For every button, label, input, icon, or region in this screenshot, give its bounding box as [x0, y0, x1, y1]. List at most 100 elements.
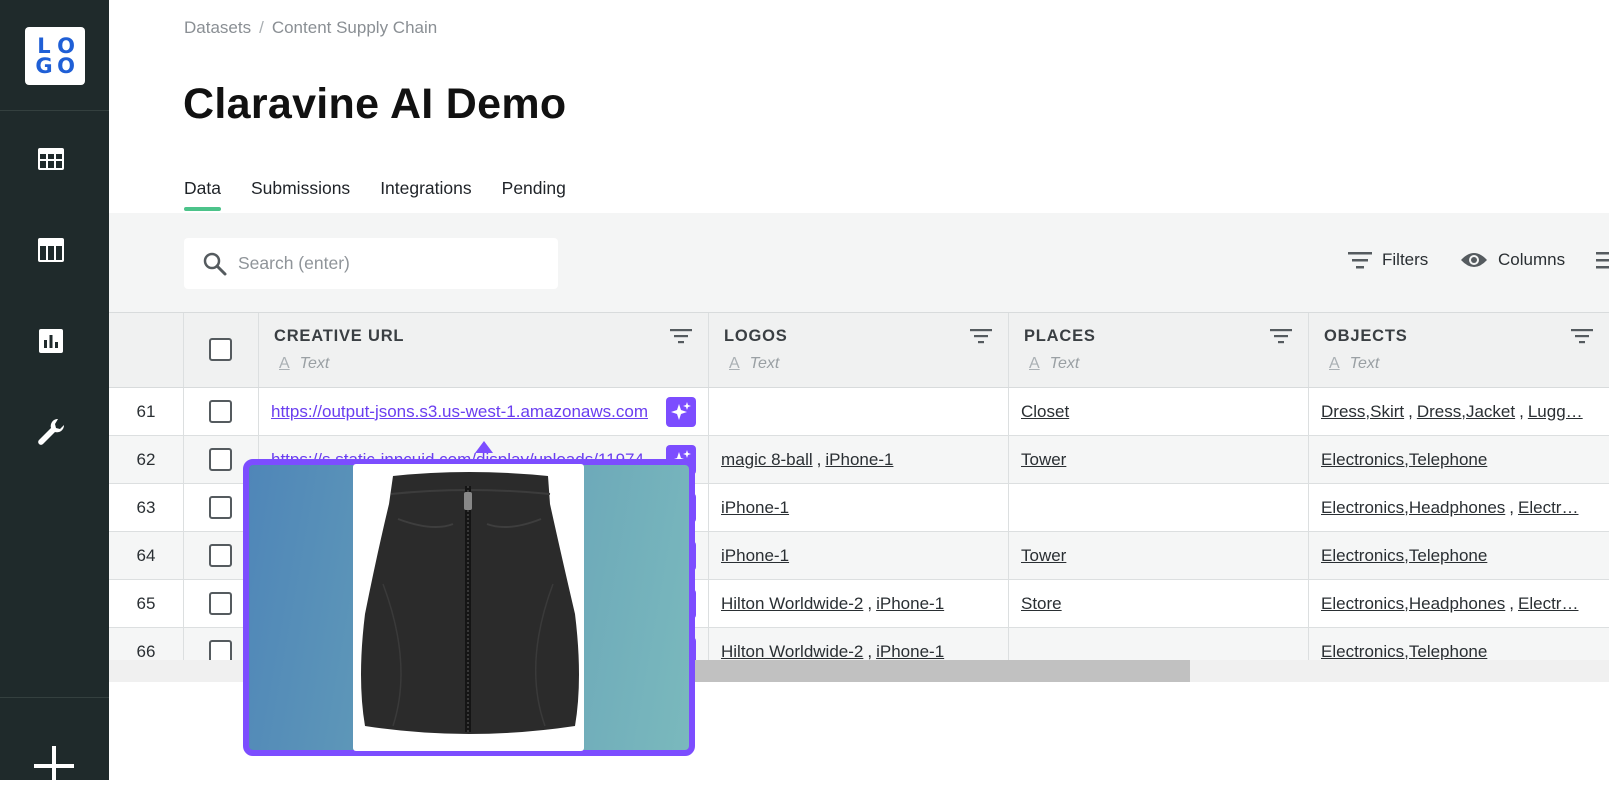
tag-link[interactable]: Electronics,Headphones: [1321, 594, 1505, 614]
image-preview-popover: [243, 459, 695, 756]
tag-link[interactable]: Lugg…: [1528, 402, 1583, 422]
tab-submissions[interactable]: Submissions: [251, 178, 350, 211]
creative-url-link[interactable]: https://output-jsons.s3.us-west-1.amazon…: [271, 388, 648, 435]
tag-list: Electronics,Headphones, Electr…: [1321, 580, 1578, 627]
tag-separator: ,: [867, 641, 873, 661]
columns-button[interactable]: Columns: [1460, 250, 1565, 270]
places-cell: Store: [1009, 580, 1309, 627]
search-input[interactable]: [238, 253, 538, 274]
header-rownum: [109, 313, 184, 387]
search-box[interactable]: [184, 238, 558, 289]
column-filter-icon[interactable]: [670, 328, 692, 344]
tag-link[interactable]: Closet: [1021, 402, 1069, 422]
column-header-places[interactable]: PLACES A Text: [1009, 313, 1309, 387]
logo-letter: G: [35, 54, 53, 78]
column-name: CREATIVE URL: [274, 327, 405, 345]
tag-link[interactable]: Electronics,Telephone: [1321, 450, 1487, 470]
column-filter-icon[interactable]: [1571, 328, 1593, 344]
tag-link[interactable]: iPhone-1: [825, 450, 893, 470]
tab-data[interactable]: Data: [184, 178, 221, 211]
board-icon[interactable]: [36, 235, 66, 265]
tag-link[interactable]: iPhone-1: [876, 594, 944, 614]
logos-cell: magic 8-ball, iPhone-1: [709, 436, 1009, 483]
tag-link[interactable]: Dress,Jacket: [1417, 402, 1515, 422]
logo-letter: L: [37, 34, 51, 58]
logos-cell: Hilton Worldwide-2, iPhone-1: [709, 580, 1009, 627]
columns-label: Columns: [1498, 250, 1566, 269]
logo[interactable]: L O G O: [25, 27, 85, 85]
breadcrumb-current[interactable]: Content Supply Chain: [272, 18, 437, 38]
tag-link[interactable]: iPhone-1: [876, 642, 944, 662]
text-type-icon: A: [1029, 355, 1040, 372]
column-type: A Text: [279, 355, 330, 372]
chart-icon[interactable]: [36, 326, 66, 356]
tag-list: Closet: [1021, 388, 1069, 435]
row-checkbox[interactable]: [209, 496, 232, 519]
row-checkbox[interactable]: [209, 544, 232, 567]
column-header-objects[interactable]: OBJECTS A Text: [1309, 313, 1609, 387]
table-icon[interactable]: [36, 144, 66, 174]
select-all-checkbox[interactable]: [209, 338, 232, 361]
tag-link[interactable]: iPhone-1: [721, 546, 789, 566]
tag-link[interactable]: Electronics,Telephone: [1321, 546, 1487, 566]
sidebar-divider: [0, 110, 109, 111]
tag-link[interactable]: Electr…: [1518, 498, 1578, 518]
skirt-image: [353, 464, 584, 751]
tag-link[interactable]: iPhone-1: [721, 498, 789, 518]
column-header-creative-url[interactable]: CREATIVE URL A Text: [259, 313, 709, 387]
places-cell: Tower: [1009, 436, 1309, 483]
column-filter-icon[interactable]: [1270, 328, 1292, 344]
objects-cell: Electronics,Telephone: [1309, 532, 1609, 579]
tag-link[interactable]: Tower: [1021, 450, 1066, 470]
tag-link[interactable]: Store: [1021, 594, 1062, 614]
wrench-icon[interactable]: [36, 417, 66, 447]
tag-link[interactable]: Electronics,Headphones: [1321, 498, 1505, 518]
popover-arrow: [475, 441, 493, 453]
row-number: 64: [109, 532, 184, 579]
tag-link[interactable]: Electronics,Telephone: [1321, 642, 1487, 662]
places-cell: Closet: [1009, 388, 1309, 435]
tag-link[interactable]: Tower: [1021, 546, 1066, 566]
filters-button[interactable]: Filters: [1348, 250, 1428, 270]
tag-link[interactable]: magic 8-ball: [721, 450, 813, 470]
logo-letter: O: [57, 34, 75, 58]
places-cell: Tower: [1009, 532, 1309, 579]
table-header: CREATIVE URL A Text LOGOS A Text PLACES AT…: [109, 312, 1609, 388]
filter-icon: [1348, 252, 1372, 269]
tag-link[interactable]: Electr…: [1518, 594, 1578, 614]
column-header-logos[interactable]: LOGOS A Text: [709, 313, 1009, 387]
tag-link[interactable]: Dress,Skirt: [1321, 402, 1404, 422]
row-checkbox[interactable]: [209, 592, 232, 615]
column-name: PLACES: [1024, 327, 1096, 345]
row-select-cell: [184, 388, 259, 435]
breadcrumb-datasets[interactable]: Datasets: [184, 18, 251, 38]
tag-link[interactable]: Hilton Worldwide-2: [721, 594, 863, 614]
tag-list: Store: [1021, 580, 1062, 627]
tag-list: magic 8-ball, iPhone-1: [721, 436, 893, 483]
column-name: LOGOS: [724, 327, 788, 345]
sidebar-divider: [0, 697, 109, 698]
row-checkbox[interactable]: [209, 400, 232, 423]
column-type: A Text: [1029, 355, 1080, 372]
tab-integrations[interactable]: Integrations: [380, 178, 471, 211]
sidebar: L O G O: [0, 0, 109, 786]
column-filter-icon[interactable]: [970, 328, 992, 344]
row-checkbox[interactable]: [209, 448, 232, 471]
table-row[interactable]: 61 https://output-jsons.s3.us-west-1.amaz…: [109, 388, 1609, 436]
plus-icon[interactable]: [34, 746, 74, 786]
density-button[interactable]: [1596, 250, 1609, 270]
ai-sparkle-button[interactable]: [666, 397, 696, 427]
logos-cell: iPhone-1: [709, 532, 1009, 579]
tag-separator: ,: [1509, 593, 1515, 613]
objects-cell: Electronics,Telephone: [1309, 436, 1609, 483]
breadcrumb-separator: /: [259, 18, 264, 37]
sparkle-icon: [671, 402, 691, 420]
density-icon: [1596, 252, 1609, 269]
creative-url-cell[interactable]: https://output-jsons.s3.us-west-1.amazon…: [259, 388, 709, 435]
toolbar: Filters Columns: [109, 213, 1609, 313]
header-select: [184, 313, 259, 387]
tag-link[interactable]: Hilton Worldwide-2: [721, 642, 863, 662]
breadcrumb: Datasets / Content Supply Chain: [184, 18, 437, 38]
tab-pending[interactable]: Pending: [502, 178, 566, 211]
tag-separator: ,: [816, 449, 822, 469]
